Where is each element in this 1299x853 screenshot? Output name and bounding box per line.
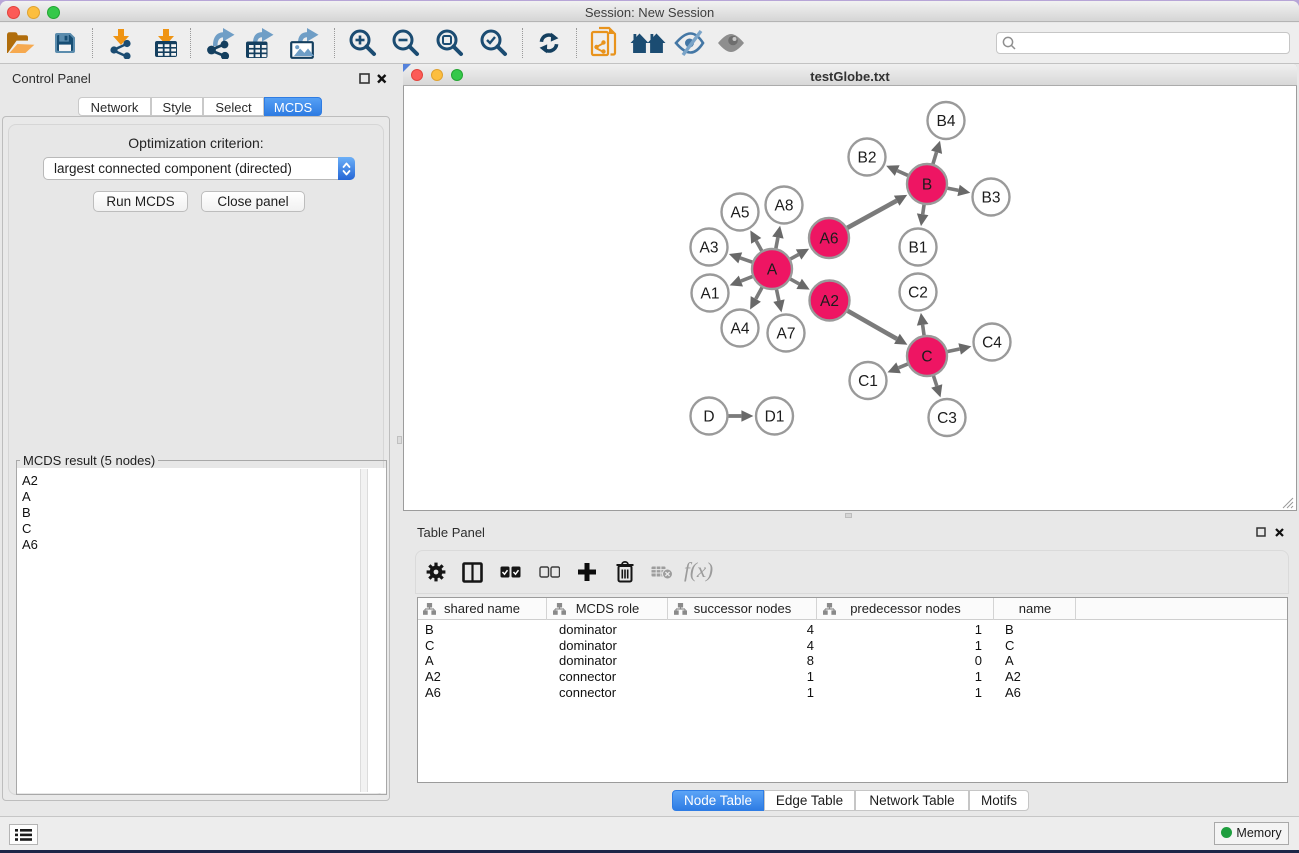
svg-text:A5: A5 xyxy=(731,204,750,221)
svg-text:B4: B4 xyxy=(937,113,956,130)
svg-text:C2: C2 xyxy=(908,284,928,301)
svg-text:B: B xyxy=(922,176,932,193)
svg-text:C: C xyxy=(921,348,932,365)
svg-text:A1: A1 xyxy=(701,285,720,302)
svg-text:B2: B2 xyxy=(858,149,877,166)
svg-text:A8: A8 xyxy=(775,197,794,214)
svg-text:D: D xyxy=(703,408,714,425)
svg-text:A4: A4 xyxy=(731,320,750,337)
svg-text:A2: A2 xyxy=(820,293,839,310)
svg-text:C4: C4 xyxy=(982,334,1002,351)
svg-text:B3: B3 xyxy=(982,189,1001,206)
svg-text:A: A xyxy=(767,261,778,278)
svg-text:B1: B1 xyxy=(909,239,928,256)
svg-text:A7: A7 xyxy=(777,325,796,342)
svg-text:A3: A3 xyxy=(700,239,719,256)
svg-text:A6: A6 xyxy=(820,230,839,247)
svg-text:D1: D1 xyxy=(765,408,785,425)
svg-text:C1: C1 xyxy=(858,373,878,390)
svg-text:C3: C3 xyxy=(937,410,957,427)
